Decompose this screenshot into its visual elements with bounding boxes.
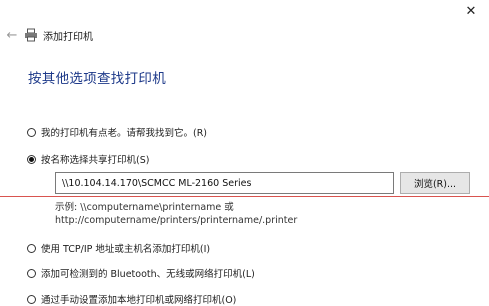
option-label: 通过手动设置添加本地打印机或网络打印机(O) bbox=[41, 295, 237, 306]
printer-icon bbox=[25, 28, 37, 42]
option-label: 按名称选择共享打印机(S) bbox=[41, 155, 150, 166]
example-line-1: 示例: \\computername\printername 或 bbox=[55, 202, 234, 213]
shared-printer-input[interactable] bbox=[55, 172, 394, 194]
example-text: 示例: \\computername\printername 或 http://… bbox=[55, 201, 297, 227]
close-button[interactable]: ✕ bbox=[459, 0, 483, 22]
window-title: 添加打印机 bbox=[43, 32, 93, 43]
option-select-shared-printer[interactable]: 按名称选择共享打印机(S) bbox=[27, 152, 149, 166]
browse-button[interactable]: 浏览(R)... bbox=[400, 172, 470, 194]
radio-button[interactable] bbox=[27, 268, 36, 278]
option-label: 添加可检测到的 Bluetooth、无线或网络打印机(L) bbox=[41, 269, 255, 280]
radio-button[interactable] bbox=[27, 294, 36, 304]
option-manual-local[interactable]: 通过手动设置添加本地打印机或网络打印机(O) bbox=[27, 292, 236, 306]
option-tcpip[interactable]: 使用 TCP/IP 地址或主机名添加打印机(I) bbox=[27, 241, 210, 255]
option-bluetooth-wireless[interactable]: 添加可检测到的 Bluetooth、无线或网络打印机(L) bbox=[27, 266, 255, 280]
option-old-printer[interactable]: 我的打印机有点老。请帮我找到它。(R) bbox=[27, 125, 207, 139]
back-button[interactable]: ← bbox=[4, 27, 20, 43]
close-icon: ✕ bbox=[465, 3, 477, 19]
option-label: 使用 TCP/IP 地址或主机名添加打印机(I) bbox=[41, 244, 211, 255]
back-arrow-icon: ← bbox=[6, 27, 18, 43]
radio-button-selected[interactable] bbox=[27, 154, 36, 164]
example-line-2: http://computername/printers/printername… bbox=[55, 215, 298, 226]
radio-button[interactable] bbox=[27, 243, 36, 253]
radio-button[interactable] bbox=[27, 127, 36, 137]
option-label: 我的打印机有点老。请帮我找到它。(R) bbox=[41, 128, 208, 139]
annotation-line bbox=[0, 196, 489, 197]
page-heading: 按其他选项查找打印机 bbox=[28, 71, 166, 87]
